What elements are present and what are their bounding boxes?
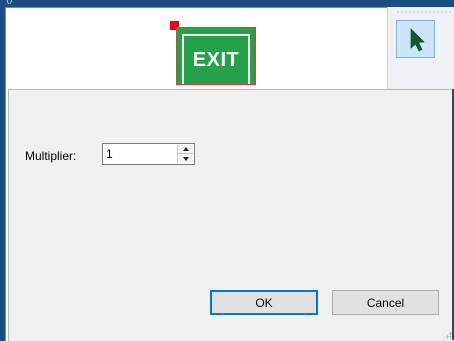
multiplier-stepper[interactable] — [102, 143, 195, 165]
chevron-up-icon — [182, 147, 189, 151]
tool-palette — [387, 7, 454, 91]
stepper-down-button[interactable] — [178, 154, 193, 163]
exit-sign-label: EXIT — [182, 34, 250, 84]
multiplier-label: Multiplier: — [25, 149, 77, 163]
stepper-buttons — [177, 145, 193, 163]
cancel-button[interactable]: Cancel — [332, 290, 439, 315]
title-bar: () — [0, 0, 250, 7]
chevron-down-icon — [182, 156, 189, 161]
window-title: () — [6, 0, 13, 5]
toolbar-grip[interactable] — [396, 11, 451, 13]
multiplier-input[interactable] — [106, 146, 171, 162]
pointer-tool-button[interactable] — [396, 20, 435, 58]
multiplier-dialog: Multiplier: OK Cancel — [8, 89, 454, 341]
exit-sign-symbol[interactable]: EXIT — [176, 27, 256, 85]
ok-button[interactable]: OK — [210, 290, 318, 315]
arrow-pointer-icon — [410, 28, 425, 52]
stepper-up-button[interactable] — [178, 145, 193, 154]
